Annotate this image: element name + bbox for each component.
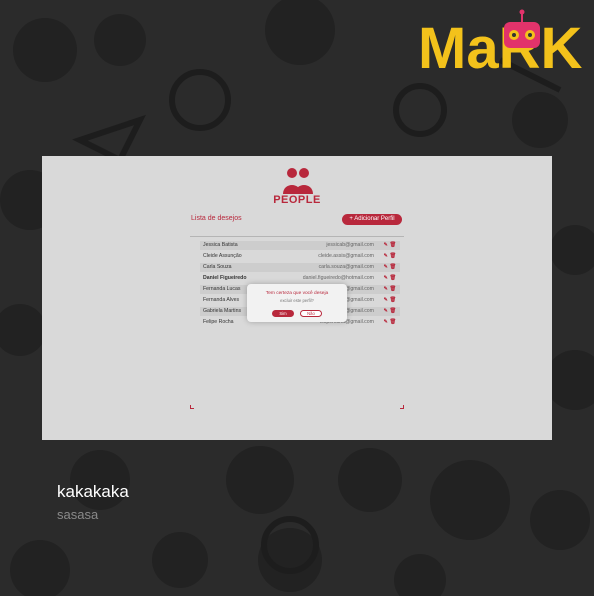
dialog-message: Tem certeza que você deseja <box>265 291 329 296</box>
caption-subtitle: sasasa <box>57 507 99 522</box>
edit-delete-icons[interactable]: ✎ 🗑 <box>384 285 396 294</box>
app-screenshot-card: PEOPLE Lista de desejos + Adicionar Perf… <box>42 156 552 440</box>
caption-title: kakakaka <box>57 482 129 501</box>
cancel-button[interactable]: Não <box>300 310 322 317</box>
people-logo-icon <box>283 168 313 194</box>
mark-logo: MaRK <box>418 8 582 81</box>
edit-delete-icons[interactable]: ✎ 🗑 <box>384 241 396 250</box>
edit-delete-icons[interactable]: ✎ 🗑 <box>384 274 396 283</box>
confirm-delete-dialog: Tem certeza que você deseja excluir este… <box>247 284 347 322</box>
edit-delete-icons[interactable]: ✎ 🗑 <box>384 318 396 327</box>
list-item[interactable]: Carla Souza carla.souza@gmail.com ✎ 🗑 <box>200 263 400 272</box>
edit-delete-icons[interactable]: ✎ 🗑 <box>384 296 396 305</box>
edit-delete-icons[interactable]: ✎ 🗑 <box>384 252 396 261</box>
list-title: Lista de desejos <box>191 215 242 222</box>
list-item[interactable]: Daniel Figueiredo daniel.figueiredo@hotm… <box>200 274 400 283</box>
confirm-button[interactable]: Sim <box>272 310 294 317</box>
add-profile-button[interactable]: + Adicionar Perfil <box>342 214 402 225</box>
dialog-sub-message: excluir este perfil? <box>280 298 314 303</box>
app-title: PEOPLE <box>273 194 321 206</box>
edit-delete-icons[interactable]: ✎ 🗑 <box>384 307 396 316</box>
people-list: Jessica Batista jessicab@gmail.com ✎ 🗑 C… <box>190 236 404 409</box>
list-item[interactable]: Cleide Assunção cleide.assis@gmail.com ✎… <box>200 252 400 261</box>
corner-mark <box>190 405 194 409</box>
mark-logo-text: MaRK <box>418 16 582 78</box>
edit-delete-icons[interactable]: ✎ 🗑 <box>384 263 396 272</box>
list-item[interactable]: Jessica Batista jessicab@gmail.com ✎ 🗑 <box>200 241 400 250</box>
corner-mark <box>400 405 404 409</box>
